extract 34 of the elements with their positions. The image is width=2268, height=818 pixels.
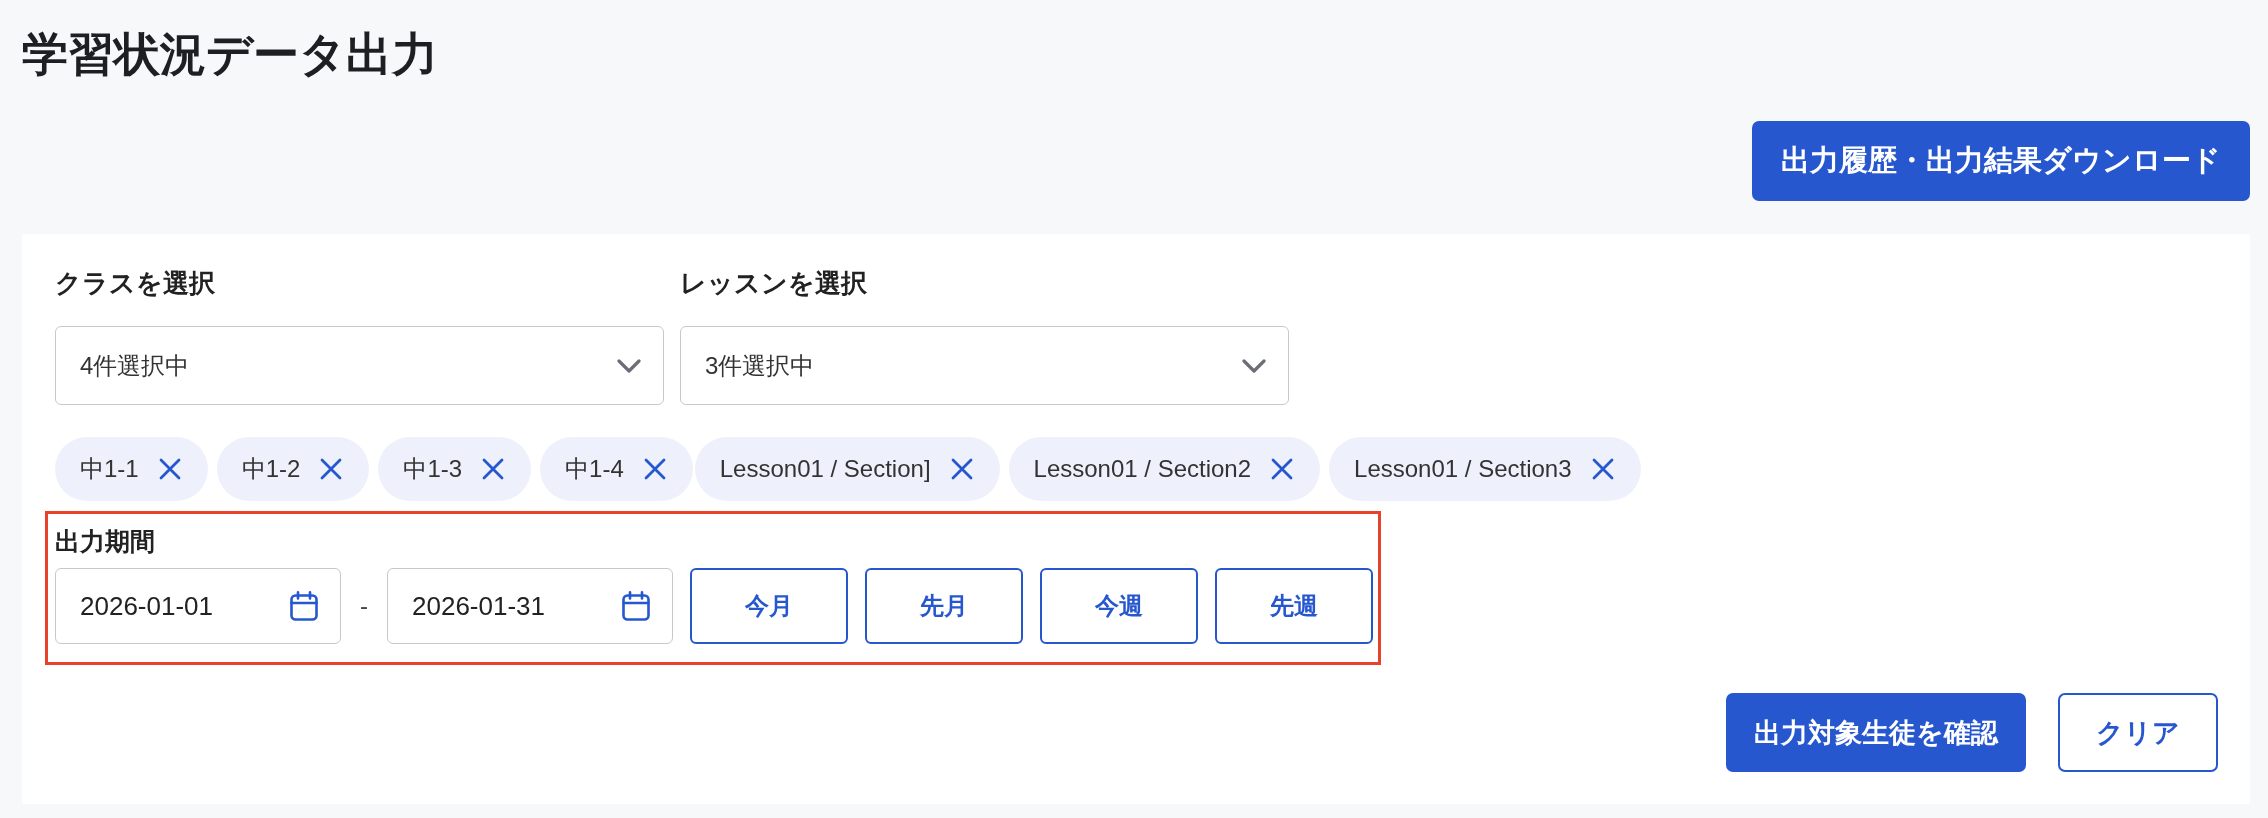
calendar-icon [290,591,318,621]
close-icon[interactable] [1591,458,1614,480]
chip-label: Lesson01 / Section2 [1033,455,1252,483]
clear-button[interactable]: クリア [2058,693,2218,772]
chip-label: 中1-4 [565,454,624,484]
chip-label: 中1-1 [80,454,139,484]
chip-label: 中1-3 [403,454,463,484]
date-field[interactable]: 2026-01-31 [387,568,673,644]
confirm-students-button[interactable]: 出力対象生徒を確認 [1726,693,2026,772]
field-label: クラスを選択 [55,267,216,300]
period-preset-button[interactable]: 先月 [865,568,1023,644]
chip-label: Lesson01 / Section] [719,455,931,483]
close-icon[interactable] [1271,458,1294,480]
field-label: レッスンを選択 [680,267,868,300]
chevron-icon [617,358,641,373]
close-icon[interactable] [158,458,181,480]
period-preset-button[interactable]: 先週 [1215,568,1373,644]
close-icon[interactable] [482,458,505,480]
page-title: 学習状況データ出力 [22,27,439,82]
chip-label: Lesson01 / Section3 [1354,455,1572,483]
period-preset-button[interactable]: 今月 [690,568,848,644]
range-separator: - [360,592,368,620]
history-download-button[interactable]: 出力履歴・出力結果ダウンロード [1752,121,2250,201]
close-icon[interactable] [950,458,973,480]
field-label: 出力期間 [55,526,156,557]
close-icon[interactable] [643,458,666,480]
select-dropdown[interactable]: 3件選択中 [680,326,1289,405]
period-preset-button[interactable]: 今週 [1040,568,1198,644]
chevron-icon [1242,358,1266,373]
date-field[interactable]: 2026-01-01 [55,568,341,644]
chip-label: 中1-2 [241,454,301,484]
close-icon[interactable] [320,458,343,480]
select-dropdown[interactable]: 4件選択中 [55,326,664,405]
calendar-icon [622,591,650,621]
